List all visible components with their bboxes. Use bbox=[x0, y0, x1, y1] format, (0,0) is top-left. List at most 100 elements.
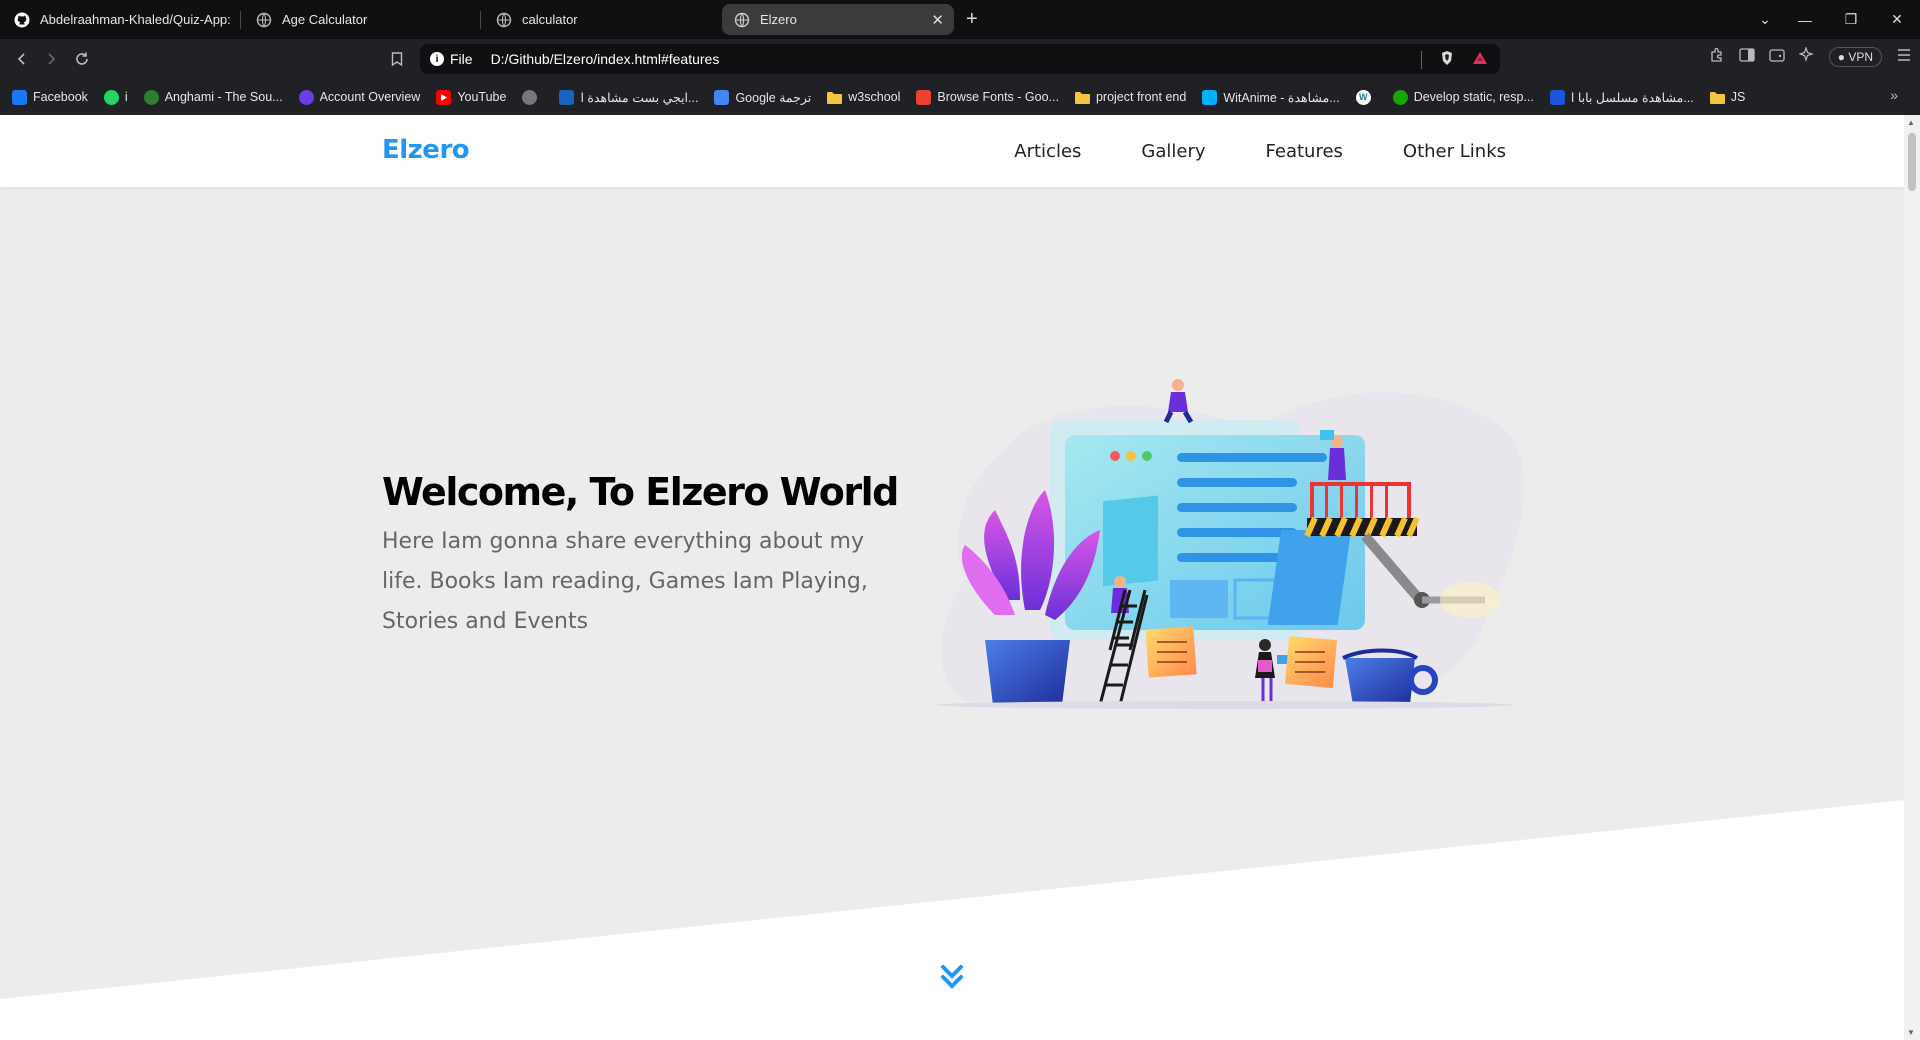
bookmark-item[interactable]: Develop static, resp... bbox=[1392, 89, 1534, 105]
bookmark-label: Develop static, resp... bbox=[1413, 90, 1534, 104]
arrow-right-icon bbox=[48, 53, 56, 65]
nav-link-articles[interactable]: Articles bbox=[1014, 141, 1081, 162]
sidebar-icon[interactable] bbox=[1739, 48, 1755, 66]
account-icon bbox=[298, 89, 314, 105]
wordpress-icon: W bbox=[1355, 89, 1371, 105]
scrollbar-thumb[interactable] bbox=[1908, 133, 1916, 191]
info-icon[interactable]: i bbox=[430, 52, 444, 66]
tab-strip: Abdelraahman-Khaled/Quiz-App: Si Age Cal… bbox=[0, 0, 1920, 39]
new-tab-button[interactable]: + bbox=[966, 8, 978, 30]
bookmark-item[interactable]: i bbox=[103, 89, 128, 105]
bookmark-label: ايجي بست مشاهدة ا... bbox=[580, 90, 699, 105]
bookmark-label: WitAnime - مشاهدة... bbox=[1223, 90, 1340, 105]
bookmark-label: project front end bbox=[1095, 90, 1187, 104]
more-bookmarks-icon[interactable]: » bbox=[1890, 87, 1898, 103]
scroll-up-arrow-icon[interactable]: ▲ bbox=[1907, 118, 1915, 127]
bookmark-label: Account Overview bbox=[319, 90, 421, 104]
tab-quiz-app[interactable]: Abdelraahman-Khaled/Quiz-App: Si bbox=[2, 4, 232, 35]
browser-toolbar: i File D:/Github/Elzero/index.html#featu… bbox=[0, 39, 1920, 79]
site-logo[interactable]: Elzero bbox=[382, 135, 470, 165]
restore-button[interactable]: ❐ bbox=[1828, 0, 1874, 39]
url-text[interactable]: D:/Github/Elzero/index.html#features bbox=[491, 51, 720, 67]
bookmark-item[interactable]: Anghami - The Sou... bbox=[143, 89, 283, 105]
globe-icon bbox=[734, 12, 750, 28]
facebook-icon bbox=[12, 89, 27, 105]
brave-rewards-icon[interactable] bbox=[1472, 51, 1488, 68]
bookmark-item[interactable]: w3school bbox=[827, 90, 900, 105]
tab-calculator[interactable]: calculator bbox=[484, 4, 714, 35]
bookmark-item[interactable]: WitAnime - مشاهدة... bbox=[1202, 89, 1340, 105]
witanime-icon bbox=[1202, 89, 1218, 105]
bookmark-item[interactable]: project front end bbox=[1074, 90, 1187, 105]
vpn-button[interactable]: ● VPN bbox=[1828, 47, 1882, 67]
upwork-icon bbox=[1392, 89, 1408, 105]
back-button[interactable] bbox=[10, 47, 34, 71]
main-nav: Articles Gallery Features Other Links bbox=[954, 115, 1506, 187]
bookmark-item[interactable]: مشاهدة مسلسل بابا ا... bbox=[1549, 89, 1694, 105]
browser-window: Abdelraahman-Khaled/Quiz-App: Si Age Cal… bbox=[0, 0, 1920, 1040]
bookmark-button[interactable] bbox=[385, 47, 409, 71]
bookmark-label: w3school bbox=[848, 90, 901, 104]
bookmark-item[interactable]: ايجي بست مشاهدة ا... bbox=[559, 89, 699, 105]
page-viewport: Elzero Articles Gallery Features Other L… bbox=[0, 115, 1904, 1040]
tab-title: Age Calculator bbox=[282, 12, 368, 27]
folder-icon bbox=[827, 90, 843, 105]
folder-icon bbox=[1074, 90, 1090, 105]
bookmark-label: JS bbox=[1730, 90, 1746, 104]
nav-link-other-links[interactable]: Other Links bbox=[1403, 141, 1506, 162]
tab-title: calculator bbox=[522, 12, 578, 27]
globe-icon bbox=[496, 12, 512, 28]
bookmark-item[interactable]: Facebook bbox=[12, 89, 88, 105]
close-tab-icon[interactable]: ✕ bbox=[931, 11, 944, 29]
extensions-icon[interactable] bbox=[1709, 47, 1725, 67]
whatsapp-icon bbox=[103, 89, 119, 105]
vpn-label: VPN bbox=[1848, 50, 1873, 64]
arrow-left-icon bbox=[17, 53, 25, 65]
nav-link-features[interactable]: Features bbox=[1266, 141, 1343, 162]
bookmark-item[interactable] bbox=[522, 89, 543, 105]
menu-icon[interactable] bbox=[1896, 48, 1912, 66]
close-window-button[interactable]: ✕ bbox=[1874, 0, 1920, 39]
minimize-button[interactable]: — bbox=[1782, 0, 1828, 39]
bookmark-item[interactable]: Browse Fonts - Goo... bbox=[916, 89, 1059, 105]
reload-button[interactable] bbox=[70, 47, 94, 71]
scroll-down-arrow-icon[interactable]: ▼ bbox=[1907, 1028, 1915, 1037]
bookmark-item[interactable]: JS bbox=[1709, 90, 1746, 105]
tab-title: Abdelraahman-Khaled/Quiz-App: Si bbox=[40, 12, 232, 27]
bookmark-label: Browse Fonts - Goo... bbox=[937, 90, 1059, 104]
folder-icon bbox=[1709, 90, 1725, 105]
hero-text: Here Iam gonna share everything about my… bbox=[382, 529, 868, 634]
w-icon bbox=[1549, 89, 1565, 105]
nav-link-gallery[interactable]: Gallery bbox=[1141, 141, 1205, 162]
hero-illustration bbox=[935, 379, 1525, 709]
site-header: Elzero Articles Gallery Features Other L… bbox=[0, 115, 1904, 187]
reload-icon bbox=[76, 52, 88, 65]
brave-shield-icon[interactable] bbox=[1440, 50, 1454, 69]
bookmarks-bar: Facebook i Anghami - The Sou... Account Ove… bbox=[0, 79, 1920, 115]
globe-icon bbox=[256, 12, 272, 28]
address-bar[interactable]: i File D:/Github/Elzero/index.html#featu… bbox=[420, 44, 1500, 74]
bookmark-item[interactable]: YouTube bbox=[436, 89, 507, 105]
bookmark-label: مشاهدة مسلسل بابا ا... bbox=[1570, 90, 1694, 105]
bookmark-label: Anghami - The Sou... bbox=[164, 90, 283, 104]
bookmark-label: YouTube bbox=[457, 90, 507, 104]
egybest-icon bbox=[559, 89, 575, 105]
globe-icon bbox=[522, 89, 538, 105]
forward-button[interactable] bbox=[39, 47, 63, 71]
scroll-down-icon[interactable] bbox=[939, 962, 965, 992]
bookmark-item[interactable]: Google ترجمة bbox=[714, 89, 812, 105]
bookmark-item[interactable]: W bbox=[1355, 89, 1377, 105]
leo-ai-icon[interactable] bbox=[1797, 46, 1815, 67]
page-scrollbar[interactable]: ▲ ▼ bbox=[1904, 115, 1920, 1040]
tab-age-calculator[interactable]: Age Calculator bbox=[244, 4, 474, 35]
youtube-icon bbox=[436, 89, 452, 105]
scheme-label: File bbox=[450, 51, 473, 67]
bookmark-label: i bbox=[124, 90, 128, 104]
bookmark-label: Google ترجمة bbox=[735, 90, 812, 105]
bookmark-item[interactable]: Account Overview bbox=[298, 89, 421, 105]
wallet-icon[interactable] bbox=[1769, 48, 1785, 66]
google-translate-icon bbox=[714, 89, 730, 105]
fonts-icon bbox=[916, 89, 932, 105]
anghami-icon bbox=[143, 89, 159, 105]
tab-elzero[interactable]: Elzero ✕ bbox=[722, 4, 954, 35]
